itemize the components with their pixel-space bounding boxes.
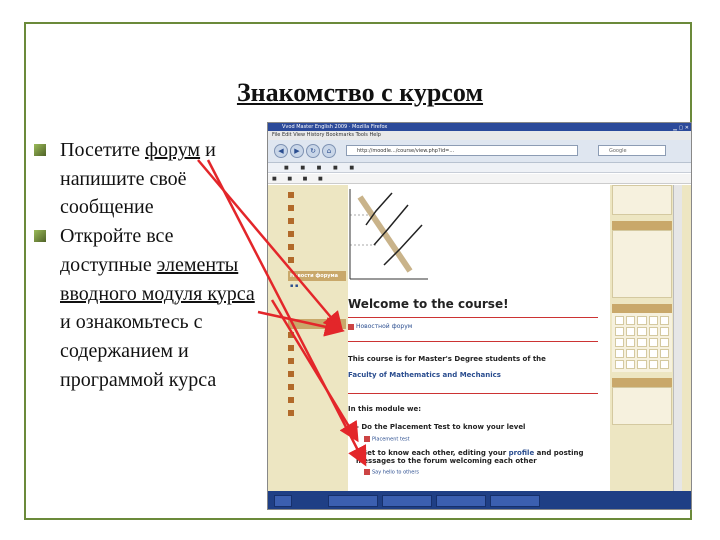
bookmark-item[interactable]: ■ (300, 165, 305, 171)
back-button[interactable]: ◀ (274, 144, 288, 158)
nav-item[interactable] (288, 241, 346, 254)
upcoming-events-header (612, 221, 672, 230)
browser-titlebar: Vvod Master English 2009 · Mozilla Firef… (268, 123, 691, 131)
nav-icon (288, 231, 294, 237)
placement-test-label[interactable]: Placement test (372, 437, 410, 443)
browser-navbar: ◀ ▶ ↻ ⌂ http://moodle.../course/view.php… (268, 140, 691, 163)
admin-icon (288, 371, 294, 377)
toolbar-item[interactable]: ■ (318, 176, 323, 182)
taskbar-item[interactable] (436, 495, 486, 507)
bullet1-text-a: Посетите (60, 139, 145, 161)
course-description-line2: Faculty of Mathematics and Mechanics (348, 371, 501, 379)
bookmarks-toolbar[interactable]: ■ ■ ■ ■ ■ (268, 163, 691, 173)
slide-title: Знакомство с курсом (236, 78, 484, 107)
admin-item[interactable] (288, 381, 346, 394)
welcome-heading: Welcome to the course! (348, 297, 509, 311)
admin-icon (288, 384, 294, 390)
course-diagram-image (349, 189, 428, 280)
windows-taskbar (268, 491, 691, 509)
browser-menubar[interactable]: File Edit View History Bookmarks Tools H… (268, 131, 691, 140)
search-input[interactable]: Google (598, 145, 666, 156)
admin-block-header (288, 319, 346, 329)
nav-item[interactable] (288, 189, 346, 202)
placement-test-link[interactable]: Placement test (364, 436, 410, 443)
right-column (612, 185, 672, 491)
forum-icon (348, 323, 354, 330)
bullet-square-icon (34, 230, 46, 243)
forum-news-header: Новости форума (288, 271, 346, 281)
nav-icon (288, 257, 294, 263)
nav-icon (288, 205, 294, 211)
forum-link[interactable]: форум (145, 139, 200, 161)
welcome-forum-link[interactable]: Say hello to others (364, 469, 419, 476)
admin-item[interactable] (288, 355, 346, 368)
admin-icon (288, 410, 294, 416)
forum-icon (364, 469, 370, 475)
calendar-grid[interactable] (612, 313, 672, 372)
course-description-line1: This course is for Master's Degree stude… (348, 355, 546, 363)
quiz-icon (364, 436, 370, 442)
admin-item[interactable] (288, 368, 346, 381)
admin-icon (288, 358, 294, 364)
upcoming-events-block (612, 230, 672, 298)
divider (348, 393, 598, 394)
bookmark-item[interactable]: ■ (333, 165, 338, 171)
browser-screenshot: Vvod Master English 2009 · Mozilla Firef… (267, 122, 692, 510)
address-bar[interactable]: http://moodle.../course/view.php?id=... (346, 145, 578, 156)
admin-item[interactable] (288, 342, 346, 355)
home-button[interactable]: ⌂ (322, 144, 336, 158)
nav-item[interactable] (288, 202, 346, 215)
users-header (612, 378, 672, 387)
toolbar-item[interactable]: ■ (287, 176, 292, 182)
nav-item[interactable] (288, 228, 346, 241)
latest-news-block (612, 185, 672, 215)
bullet2-text-b: и ознакомьтесь с содержанием и программо… (60, 311, 217, 391)
admin-icon (288, 345, 294, 351)
toolbar-item[interactable]: ■ (303, 176, 308, 182)
calendar-header (612, 304, 672, 313)
window-title: Vvod Master English 2009 · Mozilla Firef… (282, 124, 388, 130)
start-button[interactable] (274, 495, 292, 507)
bullet-square-icon (34, 144, 46, 156)
addon-toolbar[interactable]: ■ ■ ■ ■ (268, 174, 691, 184)
module-heading: In this module we: (348, 405, 422, 413)
bullet-item-module: Откройте все доступные элементы вводного… (34, 222, 266, 394)
forward-button[interactable]: ▶ (290, 144, 304, 158)
course-content: Welcome to the course! Новостной форум T… (348, 185, 610, 491)
divider (348, 317, 598, 318)
module-step-2: - Get to know each other, editing your p… (356, 449, 606, 465)
profile-link[interactable]: profile (509, 449, 535, 457)
moodle-page: Новости форума ▪ ▪ Welcome to the course… (268, 185, 691, 491)
admin-icon (288, 332, 294, 338)
bookmark-item[interactable]: ■ (349, 165, 354, 171)
toolbar-item[interactable]: ■ (272, 176, 277, 182)
news-forum-link[interactable]: Новостной форум (348, 323, 412, 330)
vertical-scrollbar[interactable] (673, 185, 682, 491)
taskbar-item[interactable] (382, 495, 432, 507)
admin-item[interactable] (288, 394, 346, 407)
taskbar-item[interactable] (490, 495, 540, 507)
bullet-list: Посетите форум и напишите своё сообщение… (34, 136, 266, 394)
nav-item[interactable] (288, 215, 346, 228)
bookmark-item[interactable]: ■ (284, 165, 289, 171)
reload-button[interactable]: ↻ (306, 144, 320, 158)
nav-item[interactable] (288, 254, 346, 267)
forum-news-links[interactable]: ▪ ▪ (288, 281, 346, 291)
nav-icon (288, 218, 294, 224)
bullet-item-forum: Посетите форум и напишите своё сообщение (34, 136, 266, 222)
nav-icon (288, 192, 294, 198)
taskbar-item[interactable] (328, 495, 378, 507)
step2-text-a: - Get to know each other, editing your (356, 449, 509, 457)
bookmark-item[interactable]: ■ (317, 165, 322, 171)
users-block (612, 387, 672, 425)
admin-icon (288, 397, 294, 403)
module-step-1: - Do the Placement Test to know your lev… (356, 423, 526, 431)
left-column: Новости форума ▪ ▪ (288, 185, 346, 491)
admin-item[interactable] (288, 407, 346, 420)
admin-item[interactable] (288, 329, 346, 342)
welcome-forum-label[interactable]: Say hello to others (372, 470, 419, 476)
news-forum-label[interactable]: Новостной форум (356, 323, 412, 330)
divider (348, 341, 598, 342)
nav-icon (288, 244, 294, 250)
